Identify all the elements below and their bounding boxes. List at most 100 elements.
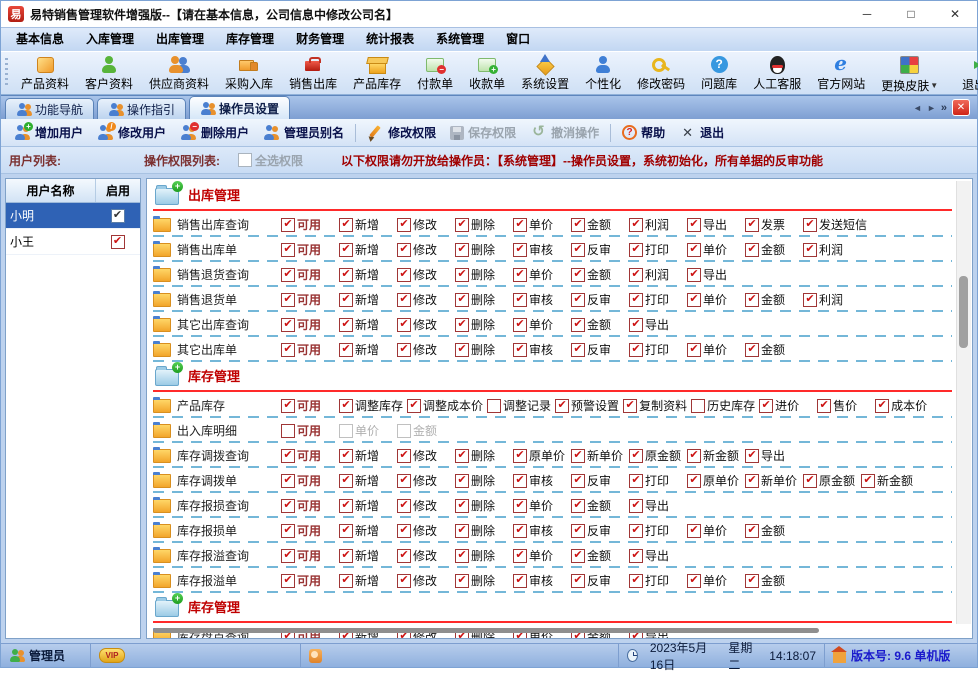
tab-scroll-left-icon[interactable]: ◄ bbox=[913, 103, 922, 113]
permission-item[interactable]: 可用 bbox=[281, 522, 339, 539]
permission-item[interactable]: 审核 bbox=[513, 522, 571, 539]
permission-checkbox[interactable] bbox=[339, 499, 353, 513]
tab-list-icon[interactable]: » bbox=[941, 102, 947, 114]
user-row-小王[interactable]: 小王 bbox=[6, 229, 140, 255]
permission-item[interactable]: 金额 bbox=[745, 241, 803, 258]
permission-item[interactable]: 原单价 bbox=[513, 447, 571, 464]
permission-checkbox[interactable] bbox=[455, 524, 469, 538]
toolbar-button-product-data[interactable]: 产品资料 bbox=[13, 53, 77, 93]
permission-item[interactable]: 利润 bbox=[629, 216, 687, 233]
toolbar-button-sales-out[interactable]: 销售出库 bbox=[281, 53, 345, 93]
permission-checkbox[interactable] bbox=[281, 318, 295, 332]
permission-item[interactable]: 删除 bbox=[455, 572, 513, 589]
permission-item[interactable]: 金额 bbox=[745, 291, 803, 308]
menu-item-system-management[interactable]: 系统管理 bbox=[425, 28, 495, 51]
permission-checkbox[interactable] bbox=[455, 318, 469, 332]
select-all-checkbox[interactable] bbox=[238, 153, 252, 167]
permission-checkbox[interactable] bbox=[455, 243, 469, 257]
toolbar-button-change-password[interactable]: 修改密码 bbox=[629, 53, 693, 93]
permission-item[interactable]: 修改 bbox=[397, 266, 455, 283]
permission-item[interactable]: 修改 bbox=[397, 291, 455, 308]
permission-item[interactable]: 单价 bbox=[687, 522, 745, 539]
permission-item[interactable]: 金额 bbox=[397, 422, 455, 439]
permission-item[interactable]: 打印 bbox=[629, 241, 687, 258]
permission-item[interactable]: 可用 bbox=[281, 497, 339, 514]
permission-item[interactable]: 原单价 bbox=[687, 472, 745, 489]
permission-item[interactable]: 新增 bbox=[339, 472, 397, 489]
permission-checkbox[interactable] bbox=[687, 218, 701, 232]
permission-checkbox[interactable] bbox=[397, 474, 411, 488]
permission-checkbox[interactable] bbox=[571, 293, 585, 307]
save-permission-button[interactable]: 保存权限 bbox=[443, 122, 523, 143]
permission-checkbox[interactable] bbox=[687, 474, 701, 488]
permission-checkbox[interactable] bbox=[455, 549, 469, 563]
permission-checkbox[interactable] bbox=[629, 524, 643, 538]
toolbar-button-customer-service[interactable]: 人工客服 bbox=[745, 53, 809, 93]
permission-item[interactable]: 审核 bbox=[513, 341, 571, 358]
permission-checkbox[interactable] bbox=[687, 293, 701, 307]
permission-item[interactable]: 可用 bbox=[281, 572, 339, 589]
permission-item[interactable]: 修改 bbox=[397, 447, 455, 464]
add-user-button[interactable]: +增加用户 bbox=[7, 122, 90, 143]
select-all-permissions[interactable]: 全选权限 bbox=[238, 152, 303, 169]
permission-checkbox[interactable] bbox=[487, 399, 501, 413]
permission-item[interactable]: 金额 bbox=[571, 497, 629, 514]
toolbar-button-exit-system[interactable]: 退出系统 bbox=[954, 53, 978, 93]
permission-item[interactable]: 调整记录 bbox=[487, 397, 555, 414]
permission-item[interactable]: 利润 bbox=[803, 291, 861, 308]
permission-item[interactable]: 删除 bbox=[455, 291, 513, 308]
permission-item[interactable]: 反审 bbox=[571, 291, 629, 308]
permission-checkbox[interactable] bbox=[281, 268, 295, 282]
admin-alias-button[interactable]: 管理员别名 bbox=[256, 122, 351, 143]
permission-checkbox[interactable] bbox=[339, 424, 353, 438]
permission-item[interactable]: 单价 bbox=[513, 266, 571, 283]
permission-checkbox[interactable] bbox=[513, 499, 527, 513]
permission-item[interactable]: 可用 bbox=[281, 266, 339, 283]
permission-checkbox[interactable] bbox=[339, 268, 353, 282]
permission-checkbox[interactable] bbox=[513, 293, 527, 307]
permission-checkbox[interactable] bbox=[691, 399, 705, 413]
permission-item[interactable]: 单价 bbox=[339, 422, 397, 439]
permission-item[interactable]: 单价 bbox=[687, 241, 745, 258]
permission-item[interactable]: 反审 bbox=[571, 472, 629, 489]
permission-item[interactable]: 可用 bbox=[281, 216, 339, 233]
permission-checkbox[interactable] bbox=[687, 449, 701, 463]
permission-item[interactable]: 反审 bbox=[571, 522, 629, 539]
permission-item[interactable]: 单价 bbox=[687, 572, 745, 589]
permission-item[interactable]: 原金额 bbox=[803, 472, 861, 489]
permission-checkbox[interactable] bbox=[281, 293, 295, 307]
permission-checkbox[interactable] bbox=[339, 243, 353, 257]
vertical-scrollbar-thumb[interactable] bbox=[959, 276, 968, 348]
permission-item[interactable]: 新增 bbox=[339, 547, 397, 564]
dropdown-arrow-icon[interactable]: ▼ bbox=[930, 81, 938, 90]
permission-checkbox[interactable] bbox=[281, 549, 295, 563]
permission-item[interactable]: 新增 bbox=[339, 241, 397, 258]
permission-item[interactable]: 成本价 bbox=[875, 397, 933, 414]
permission-checkbox[interactable] bbox=[397, 549, 411, 563]
permission-item[interactable]: 导出 bbox=[745, 447, 803, 464]
permission-checkbox[interactable] bbox=[397, 524, 411, 538]
permission-item[interactable]: 金额 bbox=[571, 547, 629, 564]
toolbar-button-official-site[interactable]: 官方网站 bbox=[809, 53, 873, 93]
permission-item[interactable]: 修改 bbox=[397, 316, 455, 333]
permission-item[interactable]: 打印 bbox=[629, 522, 687, 539]
permission-checkbox[interactable] bbox=[513, 549, 527, 563]
permission-checkbox[interactable] bbox=[339, 399, 353, 413]
permission-checkbox[interactable] bbox=[629, 343, 643, 357]
permission-checkbox[interactable] bbox=[455, 449, 469, 463]
permission-checkbox[interactable] bbox=[629, 268, 643, 282]
exit-button[interactable]: ✕退出 bbox=[672, 122, 731, 143]
permission-checkbox[interactable] bbox=[455, 268, 469, 282]
permission-item[interactable]: 反审 bbox=[571, 572, 629, 589]
permission-checkbox[interactable] bbox=[513, 318, 527, 332]
toolbar-button-product-stock[interactable]: 产品库存 bbox=[345, 53, 409, 93]
permission-item[interactable]: 修改 bbox=[397, 572, 455, 589]
permission-checkbox[interactable] bbox=[281, 574, 295, 588]
menu-item-window-menu[interactable]: 窗口 bbox=[495, 28, 541, 51]
permission-checkbox[interactable] bbox=[745, 218, 759, 232]
permission-checkbox[interactable] bbox=[629, 318, 643, 332]
permission-item[interactable]: 打印 bbox=[629, 341, 687, 358]
permission-item[interactable]: 新增 bbox=[339, 572, 397, 589]
permission-item[interactable]: 删除 bbox=[455, 472, 513, 489]
permission-item[interactable]: 发送短信 bbox=[803, 216, 871, 233]
